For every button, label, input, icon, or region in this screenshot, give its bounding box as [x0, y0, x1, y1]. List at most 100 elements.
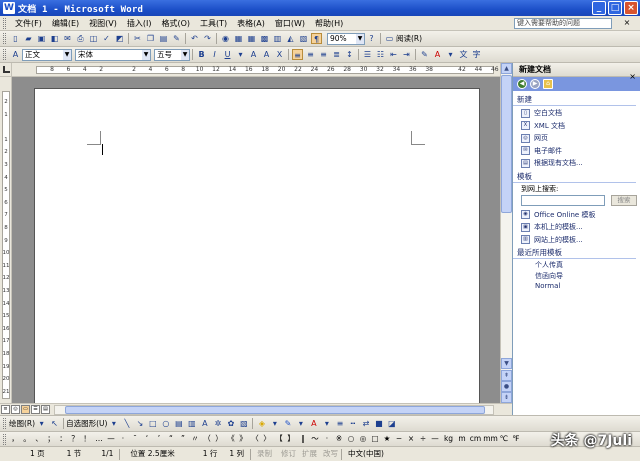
- home-icon[interactable]: ⌂: [543, 79, 553, 89]
- symbol-button[interactable]: −: [393, 432, 405, 446]
- symbol-button[interactable]: ※: [333, 432, 345, 446]
- increase-indent-icon[interactable]: ⇥: [401, 49, 412, 60]
- print-icon[interactable]: ⎙: [75, 33, 86, 44]
- copy-icon[interactable]: ❐: [145, 33, 156, 44]
- minimize-icon[interactable]: _: [592, 1, 606, 15]
- format-painter-icon[interactable]: ✎: [171, 33, 182, 44]
- symbol-button[interactable]: …: [93, 432, 105, 446]
- symbol-button[interactable]: ℃: [498, 432, 510, 446]
- symbol-button[interactable]: 。: [21, 432, 33, 446]
- columns-icon[interactable]: ▥: [272, 33, 283, 44]
- menu-insert[interactable]: 插入(I): [122, 16, 157, 31]
- symbol-button[interactable]: “: [165, 432, 177, 446]
- char-shading-icon[interactable]: A: [261, 49, 272, 60]
- font-size-select[interactable]: 五号 ▼: [154, 48, 190, 61]
- symbol-button[interactable]: ）: [213, 432, 225, 446]
- symbol-button[interactable]: 】: [285, 432, 297, 446]
- open-icon[interactable]: ▰: [23, 33, 34, 44]
- reading-view-icon[interactable]: ▤: [41, 405, 50, 414]
- bullets-icon[interactable]: ☷: [375, 49, 386, 60]
- symbol-button[interactable]: ˉ: [129, 432, 141, 446]
- shadow-style-icon[interactable]: ■: [373, 418, 384, 429]
- outline-view-icon[interactable]: ☰: [31, 405, 40, 414]
- dash-style-icon[interactable]: ┅: [347, 418, 358, 429]
- recent-template-normal[interactable]: Normal: [513, 281, 640, 292]
- task-pane-close-icon[interactable]: ×: [629, 72, 636, 81]
- office-online-templates-link[interactable]: ◉ Office Online 模板: [513, 209, 640, 222]
- scroll-thumb[interactable]: [501, 75, 512, 213]
- symbol-button[interactable]: 》: [237, 432, 249, 446]
- forward-icon[interactable]: ▶: [530, 79, 540, 89]
- print-preview-icon[interactable]: ◫: [88, 33, 99, 44]
- menu-help[interactable]: 帮助(H): [310, 16, 348, 31]
- chevron-down-icon[interactable]: ▾: [269, 418, 280, 429]
- select-objects-icon[interactable]: ↖: [49, 418, 60, 429]
- chevron-down-icon[interactable]: ▾: [108, 418, 119, 429]
- new-blank-document-link[interactable]: ▯ 空白文档: [513, 107, 640, 120]
- bold-icon[interactable]: B: [196, 49, 207, 60]
- styles-formatting-icon[interactable]: A: [10, 49, 21, 60]
- normal-view-icon[interactable]: ≡: [1, 405, 10, 414]
- symbol-button[interactable]: m: [456, 432, 468, 446]
- diagram-icon[interactable]: ✲: [212, 418, 223, 429]
- research-icon[interactable]: ◩: [114, 33, 125, 44]
- chevron-down-icon[interactable]: ▾: [36, 418, 47, 429]
- autoshapes-button[interactable]: 自选图形(U): [66, 418, 107, 429]
- read-icon[interactable]: ▭: [384, 33, 395, 44]
- status-ext[interactable]: 扩展: [299, 447, 320, 461]
- menu-table[interactable]: 表格(A): [232, 16, 270, 31]
- web-view-icon[interactable]: ◎: [11, 405, 20, 414]
- scroll-down-icon[interactable]: ▼: [501, 358, 512, 369]
- document-page[interactable]: [34, 88, 480, 403]
- recent-template-letter-wizard[interactable]: 信函向导: [513, 271, 640, 282]
- line-spacing-icon[interactable]: ↕: [344, 49, 355, 60]
- underline-icon[interactable]: U: [222, 49, 233, 60]
- font-color-icon[interactable]: A: [432, 49, 443, 60]
- wordart-icon[interactable]: A: [199, 418, 210, 429]
- from-existing-document-link[interactable]: ▤ 根据现有文档...: [513, 157, 640, 170]
- phonetic-guide-icon[interactable]: 文: [458, 49, 469, 60]
- hyperlink-icon[interactable]: ◉: [220, 33, 231, 44]
- recent-template-fax[interactable]: 个人传真: [513, 260, 640, 271]
- menu-format[interactable]: 格式(O): [156, 16, 195, 31]
- help-icon[interactable]: ?: [366, 33, 377, 44]
- horizontal-scrollbar[interactable]: [54, 404, 494, 415]
- symbol-button[interactable]: ×: [405, 432, 417, 446]
- symbol-button[interactable]: 、: [33, 432, 45, 446]
- symbol-button[interactable]: ，: [9, 432, 21, 446]
- char-border-icon[interactable]: A: [248, 49, 259, 60]
- symbol-button[interactable]: —: [429, 432, 441, 446]
- drawing-icon[interactable]: ◭: [285, 33, 296, 44]
- vertical-ruler[interactable]: 2 1 1 2 3 4 5 6 7 8 9 10 11 12 13 14 15 16 17 18 19 20 21: [0, 77, 12, 403]
- fill-color-icon[interactable]: ◈: [256, 418, 267, 429]
- insert-excel-icon[interactable]: ▩: [259, 33, 270, 44]
- symbol-button[interactable]: 《: [225, 432, 237, 446]
- highlight-icon[interactable]: ✎: [419, 49, 430, 60]
- next-page-icon[interactable]: ⇟: [501, 392, 512, 403]
- menu-window[interactable]: 窗口(W): [270, 16, 310, 31]
- menu-file[interactable]: 文件(F): [10, 16, 47, 31]
- symbol-button[interactable]: ‘: [141, 432, 153, 446]
- line-icon[interactable]: ╲: [121, 418, 132, 429]
- new-xml-document-link[interactable]: X XML 文档: [513, 120, 640, 133]
- status-trk[interactable]: 修订: [278, 447, 299, 461]
- symbol-button[interactable]: —: [105, 432, 117, 446]
- symbol-button[interactable]: kg: [441, 432, 456, 446]
- vertical-text-box-icon[interactable]: ▥: [186, 418, 197, 429]
- status-ovr[interactable]: 改写: [320, 447, 341, 461]
- symbol-button[interactable]: 【: [273, 432, 285, 446]
- symbol-button[interactable]: 〉: [261, 432, 273, 446]
- symbol-button[interactable]: ◎: [357, 432, 369, 446]
- symbol-button[interactable]: ★: [381, 432, 393, 446]
- symbol-button[interactable]: ～: [309, 432, 321, 446]
- symbol-button[interactable]: （: [201, 432, 213, 446]
- picture-icon[interactable]: ▧: [238, 418, 249, 429]
- previous-page-icon[interactable]: ⇞: [501, 370, 512, 381]
- show-hide-icon[interactable]: ¶: [311, 33, 322, 44]
- italic-icon[interactable]: I: [209, 49, 220, 60]
- chevron-down-icon[interactable]: ▼: [142, 49, 150, 60]
- style-select[interactable]: 正文 ▼: [22, 48, 72, 61]
- scroll-thumb[interactable]: [65, 405, 485, 414]
- symbol-button[interactable]: cm: [468, 432, 483, 446]
- menu-tools[interactable]: 工具(T): [195, 16, 232, 31]
